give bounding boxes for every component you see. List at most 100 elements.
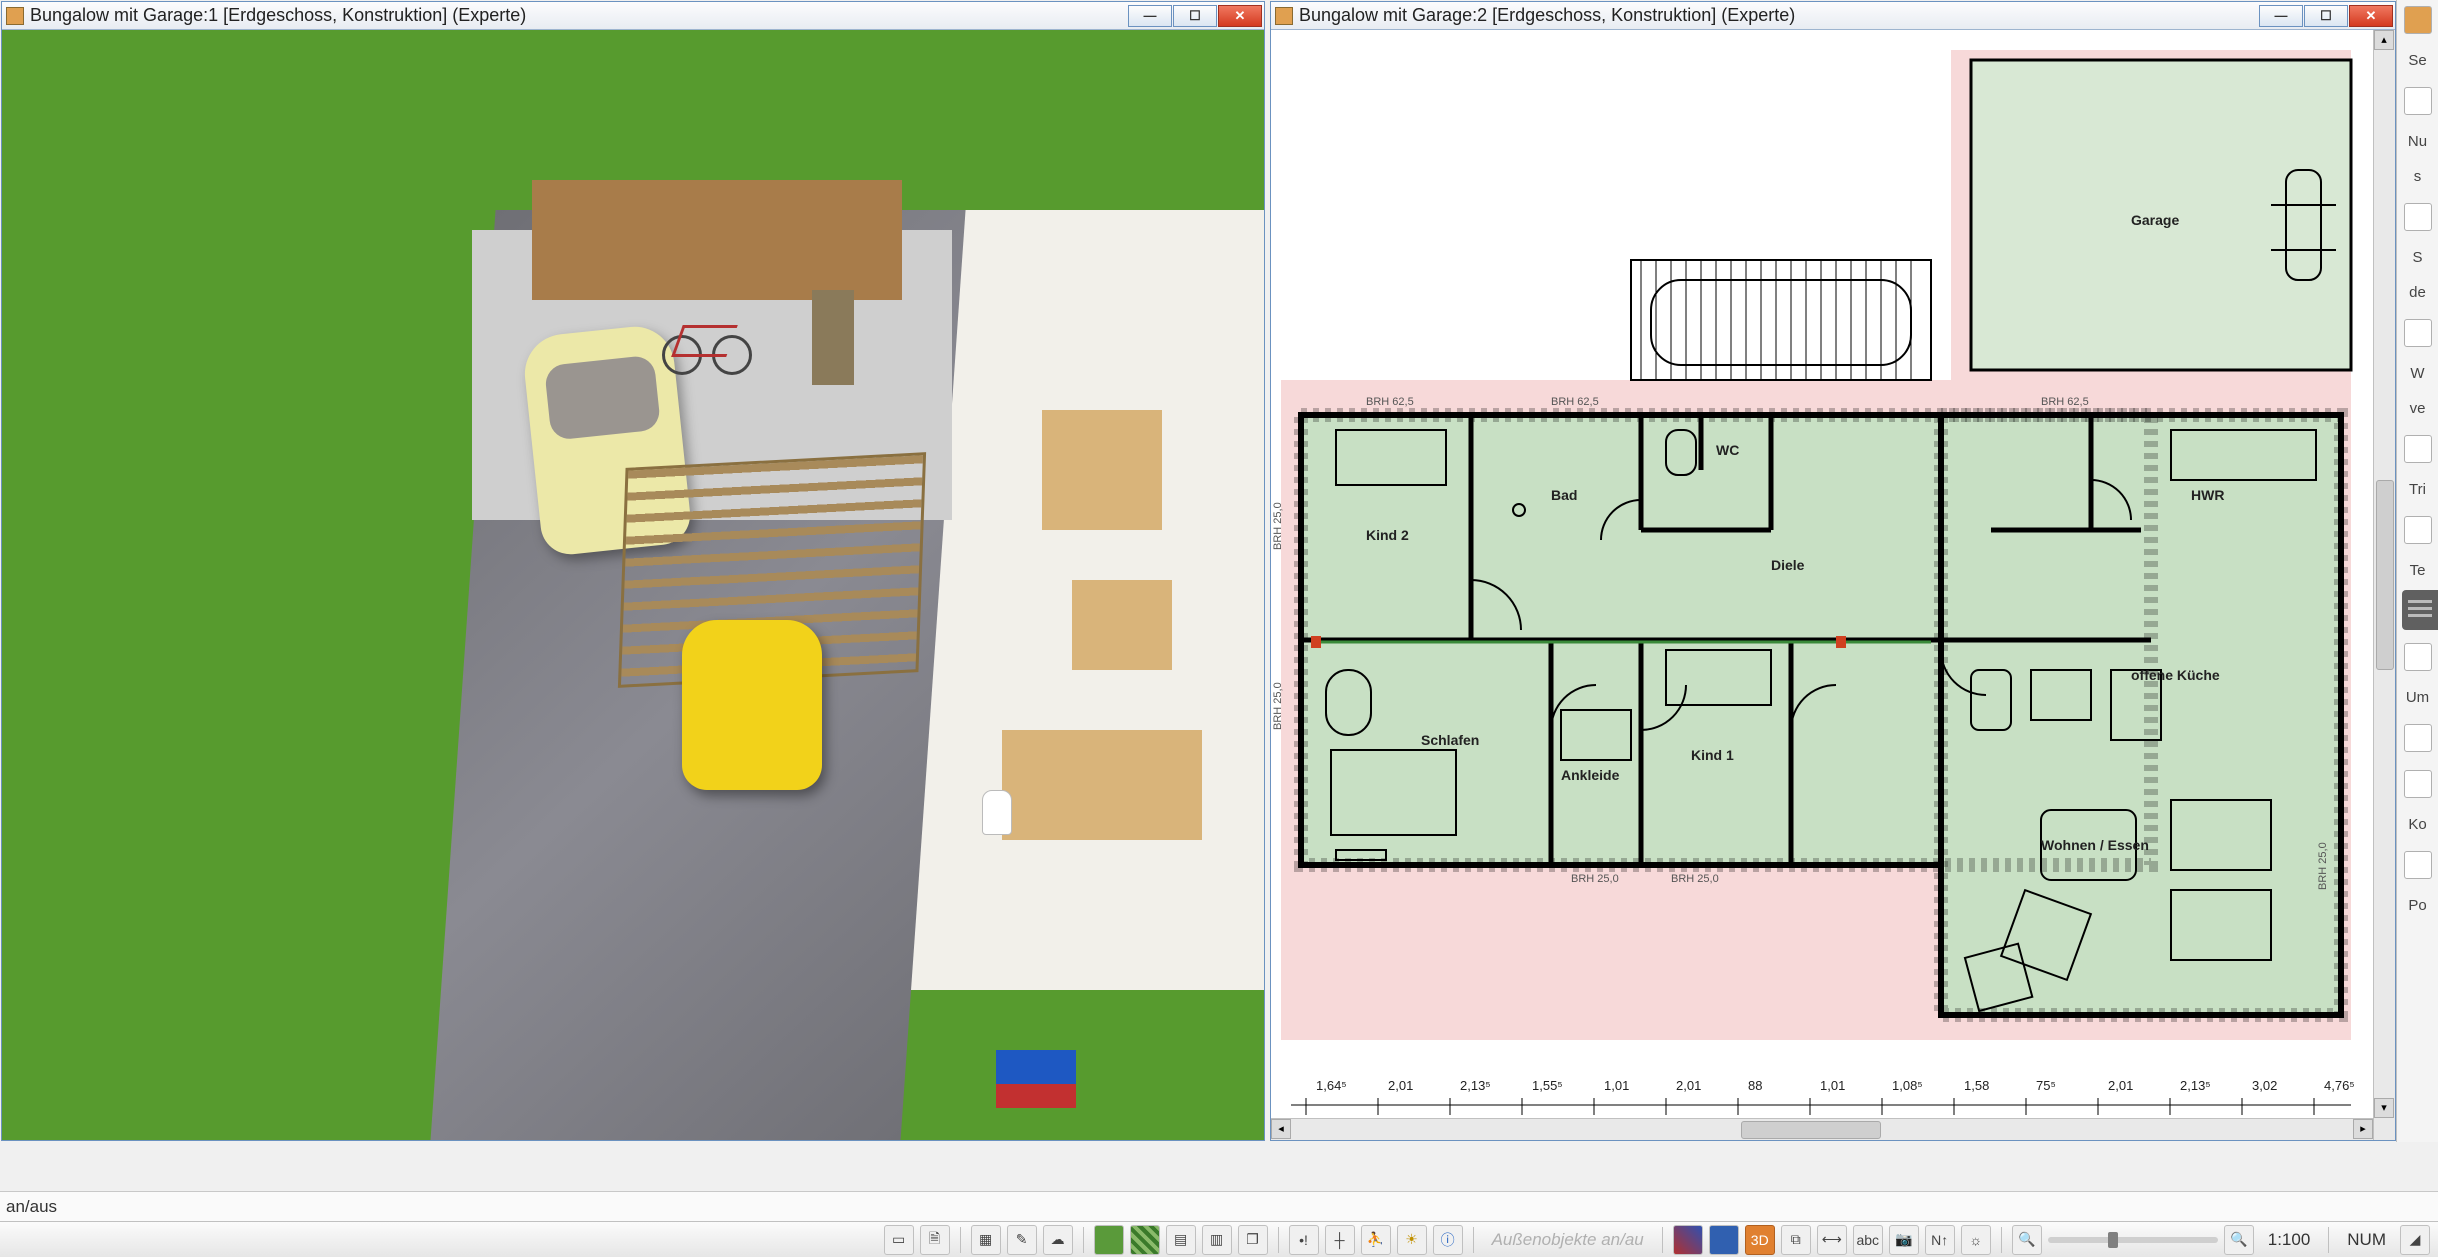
- zoom-slider-thumb[interactable]: [2108, 1232, 2118, 1248]
- cloud-icon[interactable]: ☁: [1043, 1225, 1073, 1255]
- tool-rect-icon[interactable]: ▭: [884, 1225, 914, 1255]
- axis-icon[interactable]: ┼: [1325, 1225, 1355, 1255]
- zoom-out-icon[interactable]: 🔍: [2012, 1225, 2042, 1255]
- scroll-thumb-v[interactable]: [2376, 480, 2394, 670]
- titlebar-3d[interactable]: Bungalow mit Garage:1 [Erdgeschoss, Kons…: [2, 2, 1264, 30]
- resize-grip-icon[interactable]: ◢: [2400, 1225, 2430, 1255]
- svg-text:BRH 25,0: BRH 25,0: [1671, 873, 1719, 885]
- panel-label: Ko: [2408, 816, 2426, 833]
- panel-icon[interactable]: [2404, 643, 2432, 671]
- scroll-thumb-h[interactable]: [1741, 1121, 1881, 1139]
- panel-label: Te: [2410, 562, 2426, 579]
- object-red: [996, 1084, 1076, 1108]
- close-button[interactable]: ✕: [1218, 5, 1262, 27]
- garage-wall: [532, 180, 902, 300]
- dimension-chain: 1,64⁵2,012,13⁵1,55⁵1,012,01881,011,08⁵1,…: [1306, 1078, 2355, 1115]
- panel-icon[interactable]: [2404, 770, 2432, 798]
- grid-icon[interactable]: ▦: [971, 1225, 1001, 1255]
- color2-icon[interactable]: [1709, 1225, 1739, 1255]
- copy-icon[interactable]: ❐: [1238, 1225, 1268, 1255]
- maximize-button[interactable]: ☐: [1173, 5, 1217, 27]
- camera-icon[interactable]: 📷: [1889, 1225, 1919, 1255]
- svg-text:1,01: 1,01: [1820, 1078, 1845, 1093]
- svg-text:BRH 62,5: BRH 62,5: [1551, 396, 1599, 408]
- terrain-green-icon[interactable]: [1094, 1225, 1124, 1255]
- wood-floor: [1072, 580, 1172, 670]
- panel-label: de: [2409, 284, 2426, 301]
- svg-text:1,01: 1,01: [1604, 1078, 1629, 1093]
- terrace-hatch: [1631, 260, 1931, 380]
- minimize-button[interactable]: —: [1128, 5, 1172, 27]
- grid2-icon[interactable]: ▥: [1202, 1225, 1232, 1255]
- scroll-up-button[interactable]: ▴: [2374, 30, 2394, 50]
- right-panel-collapsed[interactable]: Se Nu s S de W ve Tri Te Um Ko Po: [2396, 0, 2438, 1142]
- svg-text:2,13⁵: 2,13⁵: [1460, 1078, 1491, 1093]
- info-icon[interactable]: ⓘ: [1433, 1225, 1463, 1255]
- person-icon[interactable]: ⛹: [1361, 1225, 1391, 1255]
- scrollbar-horizontal[interactable]: ◂ ▸: [1271, 1118, 2373, 1140]
- panel-icon[interactable]: [2404, 319, 2432, 347]
- panel-label: W: [2410, 365, 2424, 382]
- maximize-button[interactable]: ☐: [2304, 5, 2348, 27]
- svg-text:1,55⁵: 1,55⁵: [1532, 1078, 1563, 1093]
- svg-text:1,58: 1,58: [1964, 1078, 1989, 1093]
- scale-readout[interactable]: 1:100: [2260, 1230, 2319, 1250]
- compass-icon[interactable]: N↑: [1925, 1225, 1955, 1255]
- color1-icon[interactable]: [1673, 1225, 1703, 1255]
- panel-expand-grip[interactable]: [2402, 590, 2438, 630]
- panel-icon[interactable]: [2404, 516, 2432, 544]
- svg-text:1,64⁵: 1,64⁵: [1316, 1078, 1347, 1093]
- svg-text:Ankleide: Ankleide: [1561, 767, 1620, 783]
- titlebar-2d[interactable]: Bungalow mit Garage:2 [Erdgeschoss, Kons…: [1271, 2, 2395, 30]
- panel-icon[interactable]: [2404, 203, 2432, 231]
- panel-label: Tri: [2409, 481, 2426, 498]
- svg-text:88: 88: [1748, 1078, 1762, 1093]
- section-icon[interactable]: ⧉: [1781, 1225, 1811, 1255]
- panel-icon[interactable]: [2404, 851, 2432, 879]
- viewport-3d[interactable]: [2, 30, 1264, 1140]
- svg-text:BRH 25,0: BRH 25,0: [1571, 873, 1619, 885]
- scrollbar-vertical[interactable]: ▴ ▾: [2373, 30, 2395, 1140]
- hatch-icon[interactable]: [1130, 1225, 1160, 1255]
- status-bar: an/aus: [0, 1191, 2438, 1221]
- zoom-in-icon[interactable]: 🔍: [2224, 1225, 2254, 1255]
- point-icon[interactable]: •!: [1289, 1225, 1319, 1255]
- panel-icon[interactable]: [2404, 87, 2432, 115]
- sun-icon[interactable]: ☼: [1961, 1225, 1991, 1255]
- dimension-icon[interactable]: ⟷: [1817, 1225, 1847, 1255]
- doc-window-2d: Bungalow mit Garage:2 [Erdgeschoss, Kons…: [1270, 1, 2396, 1141]
- svg-text:3,02: 3,02: [2252, 1078, 2277, 1093]
- close-button[interactable]: ✕: [2349, 5, 2393, 27]
- minimize-button[interactable]: —: [2259, 5, 2303, 27]
- status-text: an/aus: [6, 1197, 57, 1217]
- panel-label: s: [2414, 168, 2422, 185]
- abc-icon[interactable]: abc: [1853, 1225, 1883, 1255]
- disabled-tool-label: Außenobjekte an/au: [1484, 1230, 1652, 1250]
- zoom-slider[interactable]: [2048, 1237, 2218, 1243]
- svg-text:BRH 25,0: BRH 25,0: [1272, 502, 1284, 550]
- panel-icon[interactable]: [2404, 435, 2432, 463]
- svg-text:WC: WC: [1716, 442, 1739, 458]
- svg-text:BRH 25,0: BRH 25,0: [2317, 842, 2329, 890]
- table-icon[interactable]: ▤: [1166, 1225, 1196, 1255]
- tool-page-icon[interactable]: 🗎: [920, 1225, 950, 1255]
- panel-label: S: [2412, 249, 2422, 266]
- viewport-2d[interactable]: Garage: [1271, 30, 2395, 1140]
- panel-icon[interactable]: [2404, 724, 2432, 752]
- window-title-1: Bungalow mit Garage:1 [Erdgeschoss, Kons…: [30, 5, 1127, 26]
- panel-label: Se: [2408, 52, 2426, 69]
- svg-text:Wohnen / Essen: Wohnen / Essen: [2041, 837, 2149, 853]
- bottom-toolbar: ▭ 🗎 ▦ ✎ ☁ ▤ ▥ ❐ •! ┼ ⛹ ☀ ⓘ Außenobjekte …: [0, 1221, 2438, 1257]
- panel-icon[interactable]: [2404, 6, 2432, 34]
- pencil-icon[interactable]: ✎: [1007, 1225, 1037, 1255]
- scroll-left-button[interactable]: ◂: [1271, 1119, 1291, 1139]
- svg-text:2,01: 2,01: [1676, 1078, 1701, 1093]
- toilet-3d: [982, 790, 1012, 835]
- svg-text:75⁵: 75⁵: [2036, 1078, 2056, 1093]
- app-icon: [6, 7, 24, 25]
- light-icon[interactable]: ☀: [1397, 1225, 1427, 1255]
- scroll-down-button[interactable]: ▾: [2374, 1098, 2394, 1118]
- view3d-icon[interactable]: 3D: [1745, 1225, 1775, 1255]
- scroll-right-button[interactable]: ▸: [2353, 1119, 2373, 1139]
- svg-text:Kind 1: Kind 1: [1691, 747, 1734, 763]
